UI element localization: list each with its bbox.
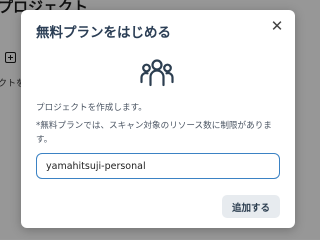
dialog-title: 無料プランをはじめる (36, 25, 171, 41)
users-group-icon (140, 59, 174, 87)
add-button[interactable]: 追加する (222, 195, 280, 218)
start-free-plan-dialog: 無料プランをはじめる ✕ プロジェクトを作成します。 *無料プランでは、スキャン… (21, 10, 295, 228)
free-plan-note: *無料プランでは、スキャン対象のリソース数に制限があります。 (36, 121, 272, 145)
project-name-input[interactable] (36, 153, 280, 179)
dialog-description: プロジェクトを作成します。 (36, 103, 147, 113)
close-icon[interactable]: ✕ (268, 17, 286, 35)
